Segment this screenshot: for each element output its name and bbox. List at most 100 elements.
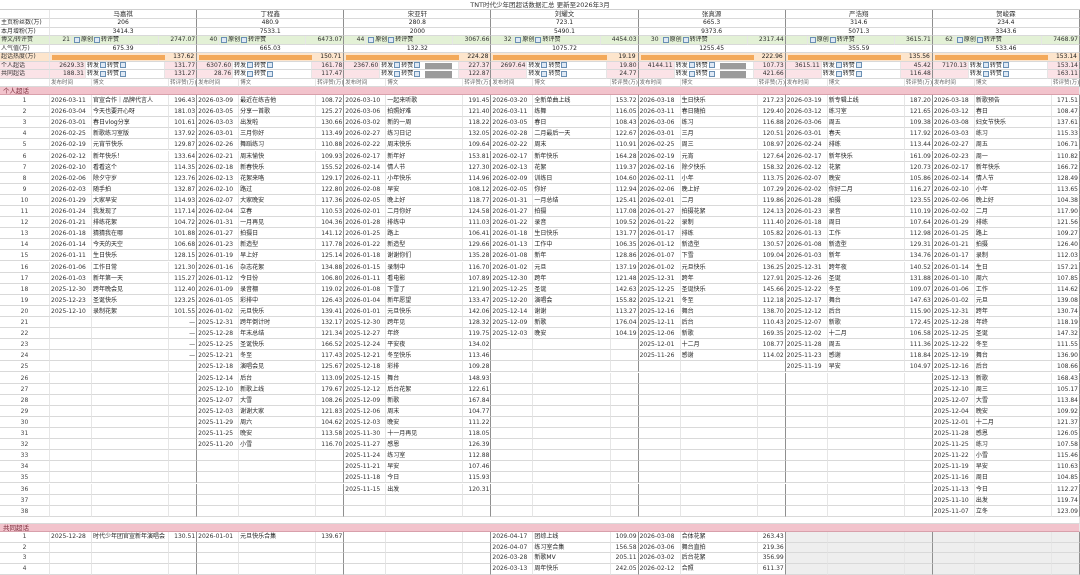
post-content: 元宵 — [680, 150, 758, 162]
post-date: 2026-01-27 — [491, 206, 534, 218]
post-content: 后台 — [239, 372, 317, 384]
post-interaction: 117.92 — [904, 128, 933, 140]
post-content — [533, 361, 611, 373]
post-content: 小年 — [974, 183, 1052, 195]
post-interaction: 101.88 — [169, 228, 198, 240]
joint-tags: 转发 转赞 — [821, 70, 901, 79]
post-interaction: 117.08 — [610, 206, 639, 218]
row-number: 7 — [0, 161, 50, 173]
column-header-value: 转评赞(万) — [463, 78, 492, 87]
post-date — [491, 439, 534, 451]
post-date: 2026-01-03 — [785, 250, 828, 262]
row-number: 28 — [0, 394, 50, 406]
post-interaction: 126.43 — [316, 294, 345, 306]
post-count: 30 — [638, 36, 661, 45]
post-interaction: 130.57 — [757, 239, 786, 251]
summary-heat-value: 533.46 — [932, 44, 1080, 53]
post-date: 2026-02-13 — [197, 172, 240, 184]
post-content: 舞蹈练习 — [239, 139, 317, 151]
post-interaction — [1052, 532, 1080, 543]
post-content — [827, 483, 905, 495]
post-interaction: 156.58 — [610, 542, 639, 554]
post-interaction: 139.41 — [316, 305, 345, 317]
post-content: 周六 — [239, 416, 317, 428]
post-interaction: 119.02 — [316, 283, 345, 295]
post-interaction: 129.66 — [463, 239, 492, 251]
post-count: 62 — [932, 36, 955, 45]
post-interaction: 114.93 — [169, 194, 198, 206]
post-content: 晚安 — [239, 428, 317, 440]
post-date: 2025-11-28 — [785, 339, 828, 351]
post-interaction: 121.83 — [316, 405, 345, 417]
post-interaction — [610, 394, 639, 406]
post-content: 小年快乐 — [386, 172, 464, 184]
post-date — [50, 461, 92, 473]
post-content: 冬至 — [239, 350, 317, 362]
tag-repost: 转发 — [969, 61, 982, 69]
post-content: 拍摄 — [827, 194, 905, 206]
tag-interaction: 转评赞 — [101, 36, 120, 43]
post-date: 2025-12-16 — [932, 361, 975, 373]
checkbox-icon — [688, 70, 695, 77]
post-date: 2025-12-25 — [932, 328, 975, 340]
post-date — [785, 394, 828, 406]
topic-heat-bar — [934, 55, 1048, 60]
row-number: 32 — [0, 439, 50, 451]
post-content: 彩排 — [386, 361, 464, 373]
post-content: 大家早安 — [92, 194, 170, 206]
row-number: 24 — [0, 350, 50, 362]
post-date: 2026-01-07 — [638, 250, 681, 262]
post-date — [785, 372, 828, 384]
post-interaction: 263.43 — [757, 532, 786, 543]
post-interaction: 129.31 — [904, 239, 933, 251]
post-content: 跨年 — [974, 305, 1052, 317]
personal-total: 7170.13 — [932, 61, 969, 70]
post-date — [344, 505, 387, 517]
post-content — [533, 439, 611, 451]
post-interaction — [757, 461, 786, 473]
post-date: 2025-12-25 — [197, 339, 240, 351]
post-date: 2026-02-26 — [197, 139, 240, 151]
post-interaction — [904, 450, 933, 462]
post-interaction: 121.48 — [610, 272, 639, 284]
post-date: 2025-12-30 — [344, 317, 387, 329]
post-date — [785, 532, 828, 543]
checkbox-icon — [982, 62, 989, 68]
interaction-total: 2747.07 — [159, 36, 198, 45]
column-header-date: 发布时间 — [491, 78, 534, 87]
post-content: 元旦快乐合集 — [239, 532, 317, 543]
post-content — [827, 494, 905, 506]
post-interaction: 122.67 — [610, 128, 639, 140]
post-date: 2026-01-18 — [50, 228, 92, 240]
post-content: 感谢 — [680, 350, 758, 362]
post-date — [785, 542, 828, 554]
post-interaction: 356.99 — [757, 553, 786, 565]
post-date: 2025-11-10 — [932, 494, 975, 506]
post-content — [239, 542, 317, 554]
column-header-date: 发布时间 — [638, 78, 681, 87]
post-date — [491, 405, 534, 417]
post-content: 早上好 — [239, 250, 317, 262]
summary-label-topic: 超话热度(万) — [0, 53, 50, 62]
post-date — [638, 394, 681, 406]
post-date: 2026-02-01 — [638, 194, 681, 206]
post-content: 十二月 — [827, 328, 905, 340]
post-interaction: 104.38 — [1052, 194, 1080, 206]
post-content: 晚安 — [974, 405, 1052, 417]
post-content: 十二月 — [974, 416, 1052, 428]
post-interaction: 134.02 — [463, 339, 492, 351]
tag-like: 转赞 — [548, 61, 561, 69]
post-content: 新年快乐！ — [92, 150, 170, 162]
post-interaction: 119.37 — [610, 161, 639, 173]
post-content — [974, 553, 1052, 565]
post-content — [239, 505, 317, 517]
post-date: 2026-01-31 — [491, 194, 534, 206]
post-date: 2026-01-22 — [638, 217, 681, 229]
post-content — [680, 383, 758, 395]
post-interaction: 109.07 — [904, 283, 933, 295]
post-content: 录制 — [974, 250, 1052, 262]
post-interaction: 107.58 — [1052, 439, 1080, 451]
member-name-header: 张真源 — [638, 10, 786, 19]
post-content: 拍照好难 — [386, 106, 464, 118]
post-interaction: 106.35 — [610, 239, 639, 251]
